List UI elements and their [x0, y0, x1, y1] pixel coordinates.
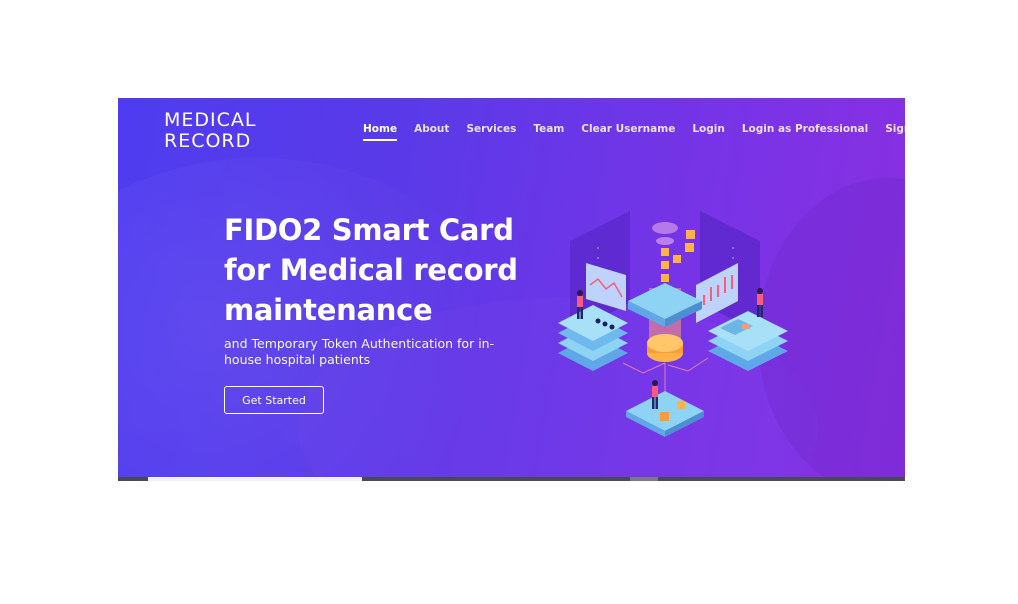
hero-subtitle: and Temporary Token Authentication for i…: [224, 336, 495, 367]
logo-line-2: RECORD: [164, 130, 252, 152]
main-nav: Home About Services Team Clear Username …: [363, 123, 905, 141]
nav-home[interactable]: Home: [363, 123, 398, 141]
site-logo[interactable]: MEDICAL RECORD: [164, 110, 256, 152]
scrollbar-track[interactable]: [118, 477, 905, 481]
right-server-stack: [708, 311, 788, 371]
hero-section: MEDICAL RECORD Home About Services Team …: [118, 98, 905, 478]
nav-about[interactable]: About: [414, 123, 449, 141]
get-started-button[interactable]: Get Started: [224, 386, 324, 414]
nav-clear-username[interactable]: Clear Username: [581, 123, 675, 141]
scrollbar-segment: [148, 477, 362, 481]
scrollbar-thumb[interactable]: [630, 477, 658, 481]
hero-headline: FIDO2 Smart Card for Medical record main…: [224, 213, 518, 327]
center-platform: [628, 283, 702, 362]
nav-login[interactable]: Login: [692, 123, 725, 141]
nav-sign-up[interactable]: Sign Up: [885, 123, 905, 141]
nav-login-professional[interactable]: Login as Professional: [742, 123, 868, 141]
nav-services[interactable]: Services: [466, 123, 516, 141]
isometric-medical-data-illustration: [558, 211, 788, 437]
nav-team[interactable]: Team: [533, 123, 564, 141]
logo-line-1: MEDICAL: [164, 109, 257, 131]
bottom-platform: [626, 391, 704, 437]
left-server-stack: [558, 305, 628, 371]
